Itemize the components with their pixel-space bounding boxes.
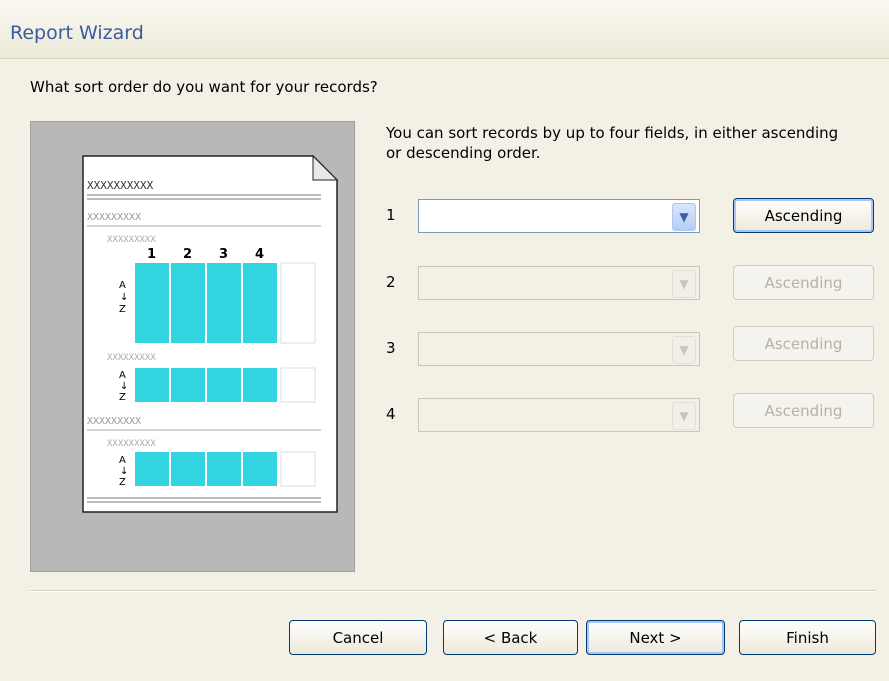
preview-col-4: 4 [255,247,264,262]
sort-field-4-combobox[interactable]: ▼ [418,398,700,432]
preview-group-text-2: XXXXXXXXX [87,416,141,427]
sort-order-1-button[interactable]: Ascending [733,198,874,233]
sort-field-number-1: 1 [386,206,396,224]
sort-field-number-3: 3 [386,339,396,357]
chevron-down-icon[interactable]: ▼ [672,270,696,298]
sort-field-2-combobox[interactable]: ▼ [418,266,700,300]
sort-a-3: A [119,455,126,466]
preview-group-text: XXXXXXXXX [87,212,141,223]
sort-a-1: A [119,280,126,291]
chevron-down-icon[interactable]: ▼ [672,203,696,231]
footer-separator [30,590,876,592]
preview-subgroup-text-2: XXXXXXXXX [107,353,156,363]
chevron-down-icon[interactable]: ▼ [672,402,696,430]
sort-order-4-button[interactable]: Ascending [733,393,874,428]
finish-button[interactable]: Finish [739,620,876,655]
svg-text:↓: ↓ [120,292,128,303]
preview-col-1: 1 [147,247,156,262]
window-title: Report Wizard [10,22,144,44]
preview-subgroup-text-3: XXXXXXXXX [107,439,156,449]
sort-field-3-combobox[interactable]: ▼ [418,332,700,366]
svg-text:↓: ↓ [120,381,128,392]
sort-z-1: Z [119,304,126,315]
svg-text:↓: ↓ [120,466,128,477]
preview-col-2: 2 [183,247,192,262]
next-button[interactable]: Next > [586,620,725,655]
sort-order-3-button[interactable]: Ascending [733,326,874,361]
chevron-down-icon[interactable]: ▼ [672,336,696,364]
title-bar: Report Wizard [0,0,889,59]
sort-field-number-4: 4 [386,405,396,423]
sort-instructions: You can sort records by up to four field… [386,124,839,162]
preview-col-3: 3 [219,247,228,262]
sort-order-preview: XXXXXXXXXX XXXXXXXXX XXXXXXXXX 1 2 3 4 A… [30,121,355,572]
report-preview-illustration: XXXXXXXXXX XXXXXXXXX XXXXXXXXX 1 2 3 4 A… [82,154,339,513]
sort-z-2: Z [119,392,126,403]
preview-subgroup-text: XXXXXXXXX [107,235,156,245]
sort-a-2: A [119,370,126,381]
sort-z-3: Z [119,477,126,488]
sort-order-2-button[interactable]: Ascending [733,265,874,300]
wizard-question: What sort order do you want for your rec… [30,78,378,96]
sort-field-1-combobox[interactable]: ▼ [418,199,700,233]
cancel-button[interactable]: Cancel [289,620,427,655]
sort-field-number-2: 2 [386,273,396,291]
back-button[interactable]: < Back [443,620,578,655]
preview-header-text: XXXXXXXXXX [87,179,154,192]
